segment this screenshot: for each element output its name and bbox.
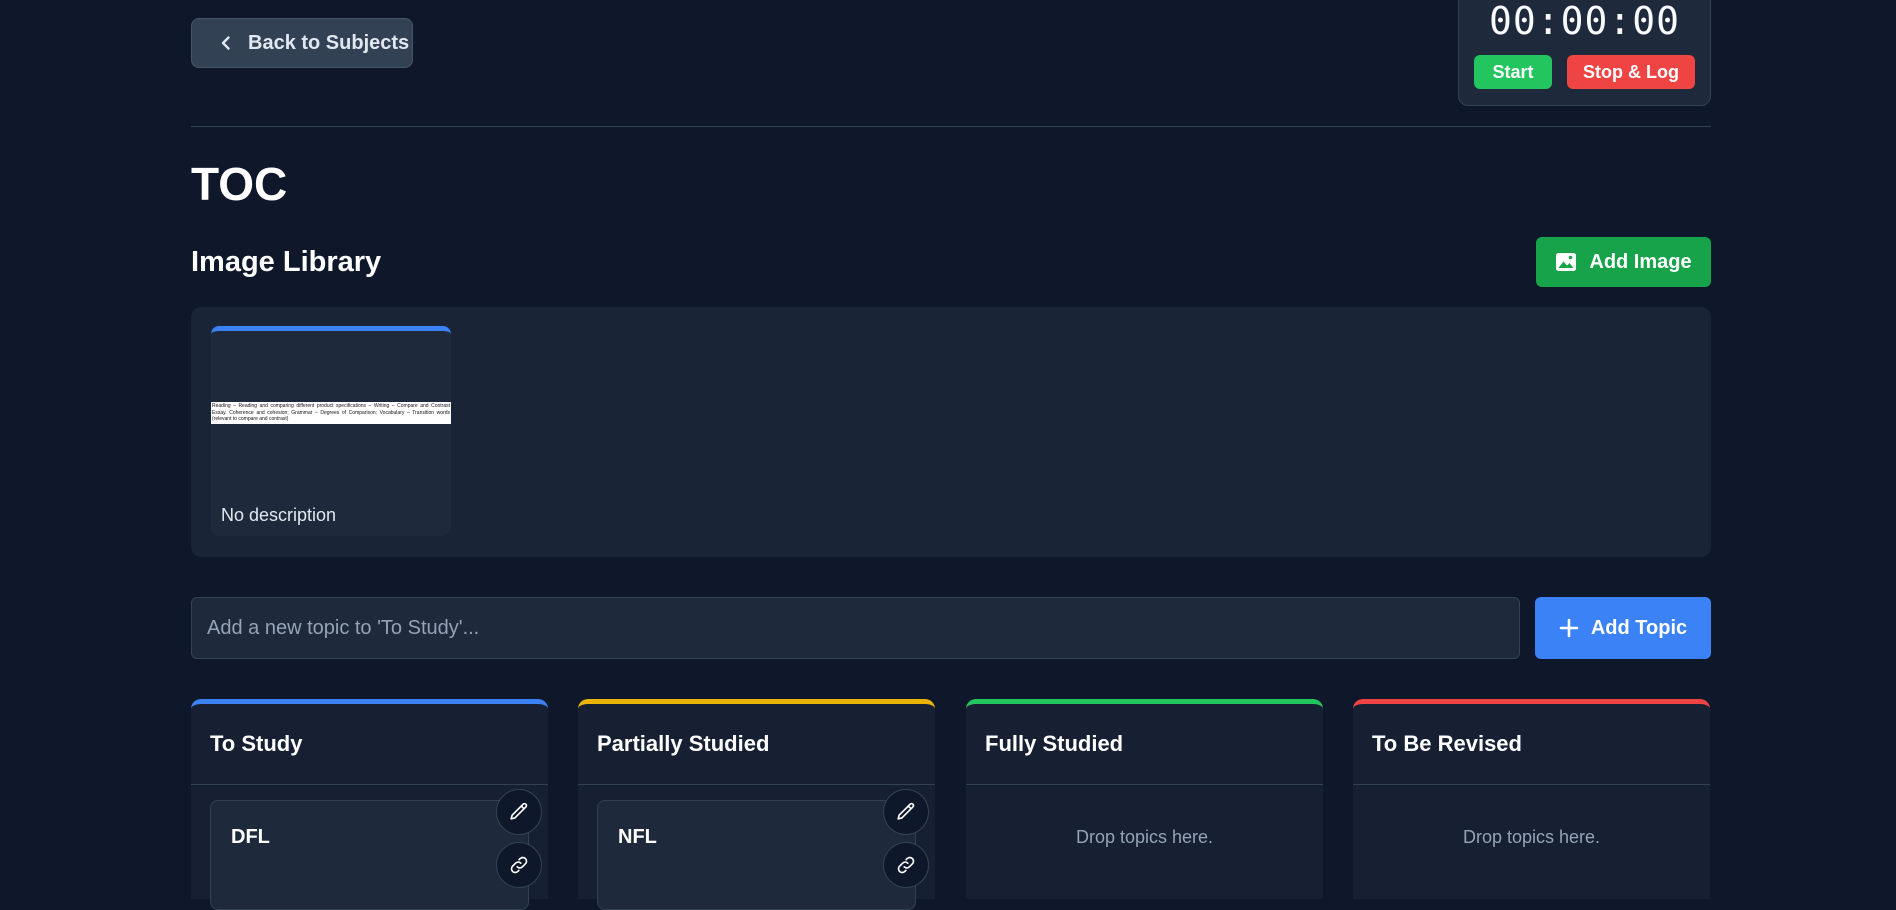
link-topic-button[interactable] xyxy=(883,842,929,888)
link-icon xyxy=(897,856,915,874)
add-topic-label: Add Topic xyxy=(1590,616,1688,639)
topic-card[interactable]: NFL xyxy=(597,789,929,910)
drop-zone-hint[interactable]: Drop topics here. xyxy=(966,827,1323,848)
column-title: Partially Studied xyxy=(597,731,770,756)
image-library-title: Image Library xyxy=(191,246,382,278)
topic-card[interactable]: DFL xyxy=(210,789,542,910)
pencil-icon xyxy=(897,802,915,820)
add-image-label: Add Image xyxy=(1589,250,1692,273)
topic-name: DFL xyxy=(231,826,270,848)
header-divider xyxy=(191,126,1711,127)
chevron-left-icon xyxy=(221,36,230,50)
image-card[interactable]: Reading – Reading and comparing differen… xyxy=(211,326,451,536)
new-topic-input[interactable] xyxy=(191,597,1520,659)
link-topic-button[interactable] xyxy=(496,842,542,888)
edit-topic-button[interactable] xyxy=(496,789,542,835)
image-description: No description xyxy=(221,505,337,525)
back-to-subjects-button[interactable]: Back to Subjects xyxy=(191,18,413,68)
link-icon xyxy=(510,856,528,874)
column-to-study: To Study DFL xyxy=(191,699,548,910)
column-divider xyxy=(191,784,548,785)
column-partially-studied: Partially Studied NFL xyxy=(578,699,935,910)
main-container: Back to Subjects 00:00:00 Start Stop & L… xyxy=(191,0,1711,910)
back-button-label: Back to Subjects xyxy=(248,31,410,54)
column-fully-studied: Fully Studied Drop topics here. xyxy=(966,699,1323,899)
timer-start-button[interactable]: Start xyxy=(1474,55,1552,89)
column-title: Fully Studied xyxy=(985,731,1124,756)
add-topic-button[interactable]: Add Topic xyxy=(1535,597,1711,659)
column-divider xyxy=(1353,784,1710,785)
column-divider xyxy=(578,784,935,785)
column-to-be-revised: To Be Revised Drop topics here. xyxy=(1353,699,1710,899)
timer-display: 00:00:00 xyxy=(1488,0,1681,43)
drop-zone-hint[interactable]: Drop topics here. xyxy=(1353,827,1710,848)
plus-icon xyxy=(1559,618,1579,638)
topic-name: NFL xyxy=(618,826,657,848)
page-title: TOC xyxy=(191,158,288,210)
column-title: To Study xyxy=(210,731,303,756)
column-divider xyxy=(966,784,1323,785)
image-icon xyxy=(1556,253,1577,271)
timer-stop-log-button[interactable]: Stop & Log xyxy=(1567,55,1695,89)
image-thumbnail: Reading – Reading and comparing differen… xyxy=(211,402,451,424)
pencil-icon xyxy=(510,802,528,820)
edit-topic-button[interactable] xyxy=(883,789,929,835)
column-title: To Be Revised xyxy=(1372,731,1522,756)
add-image-button[interactable]: Add Image xyxy=(1536,237,1711,287)
study-timer: 00:00:00 Start Stop & Log xyxy=(1458,0,1711,106)
